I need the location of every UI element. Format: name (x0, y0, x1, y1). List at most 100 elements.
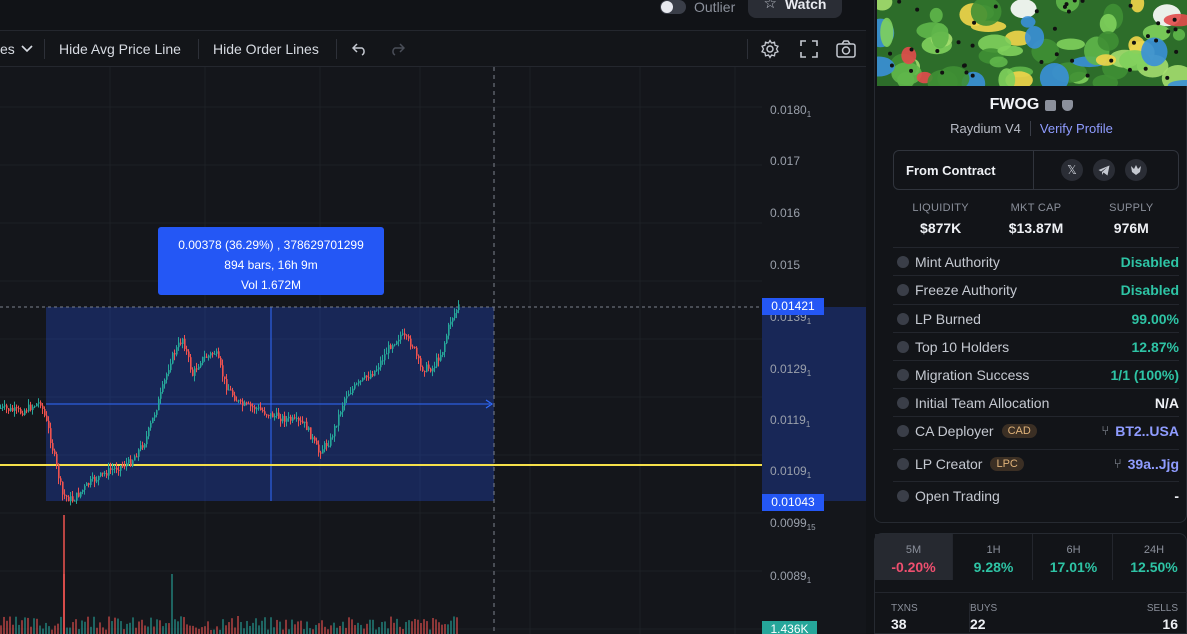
candle-body (380, 360, 382, 368)
help-icon[interactable] (897, 396, 909, 409)
volume-bar (438, 622, 440, 634)
watch-button[interactable]: ☆ Watch (748, 0, 842, 18)
volume-bar (72, 622, 74, 634)
outlier-toggle-group[interactable]: Outlier (660, 0, 735, 15)
fullscreen-icon[interactable] (798, 38, 820, 60)
candle-body (224, 376, 226, 380)
volume-bar (279, 621, 281, 634)
candle-body (174, 353, 176, 355)
candle-body (134, 456, 136, 461)
candle-body (388, 345, 390, 354)
volume-bar (270, 617, 272, 634)
hide-avg-price-line-button[interactable]: Hide Avg Price Line (59, 31, 181, 67)
audit-value[interactable]: BT2..USA (1115, 423, 1179, 439)
candle-body (230, 389, 232, 391)
candle-body (56, 454, 58, 465)
candle-body (364, 375, 366, 378)
timeframe-change: -0.20% (891, 559, 936, 575)
volume-bar (66, 627, 68, 634)
candle-body (34, 406, 36, 408)
token-stats: LIQUIDITY $877K MKT CAP $13.87M SUPPLY 976M (893, 202, 1179, 236)
candle-body (190, 357, 192, 370)
timeframe-tab-24h[interactable]: 24H 12.50% (1115, 534, 1187, 580)
volume-bar (285, 619, 287, 634)
help-icon[interactable] (897, 283, 909, 296)
candle-body (220, 357, 222, 366)
stat-value: $877K (920, 220, 962, 236)
candle-body (4, 405, 6, 407)
volume-bar (237, 616, 239, 634)
redo-icon[interactable] (386, 38, 408, 60)
candle-body (50, 428, 52, 444)
dex-name: Raydium V4 (950, 121, 1021, 136)
timeframe-tab-5m[interactable]: 5M -0.20% (875, 534, 953, 580)
volume-bar (36, 618, 38, 634)
help-icon[interactable] (897, 457, 909, 470)
volume-bar (33, 618, 35, 634)
outlier-toggle[interactable] (660, 0, 686, 14)
candle-body (160, 392, 162, 399)
verify-profile-link[interactable]: Verify Profile (1029, 121, 1113, 136)
wallet-fork-icon: ⑂ (1113, 456, 1122, 471)
candle-body (238, 400, 240, 402)
stat-label: SUPPLY (1109, 202, 1154, 214)
volume-bar (309, 628, 311, 634)
candle-body (392, 345, 394, 349)
candle-body (180, 342, 182, 344)
candle-body (310, 427, 312, 440)
help-icon[interactable] (897, 489, 909, 502)
series-dropdown[interactable]: es (0, 31, 33, 67)
settings-gear-icon[interactable] (759, 38, 781, 60)
help-icon[interactable] (897, 424, 909, 437)
candle-body (184, 338, 186, 350)
candle-body (348, 393, 350, 397)
watch-label: Watch (784, 0, 827, 12)
candle-body (258, 407, 260, 409)
buys-value: 22 (970, 616, 986, 632)
help-icon[interactable] (897, 340, 909, 353)
help-icon[interactable] (897, 312, 909, 325)
dexscreener-icon[interactable] (1125, 159, 1147, 181)
volume-bar (216, 626, 218, 634)
candle-body (422, 366, 424, 371)
chart-canvas[interactable]: 0.018010.0170.0160.0150.013910.012910.01… (0, 67, 866, 634)
candle-body (292, 417, 294, 421)
telegram-icon[interactable] (1093, 159, 1115, 181)
volume-bar (333, 622, 335, 634)
volume-bar (393, 622, 395, 634)
audit-row: Open Trading - (893, 481, 1179, 509)
help-icon[interactable] (897, 255, 909, 268)
candle-body (154, 414, 156, 418)
measure-volume: Vol 1.672M (240, 278, 302, 292)
candle-body (204, 356, 206, 358)
timeframe-label: 1H (986, 544, 1001, 556)
audit-label: LP Creator LPC (915, 456, 1114, 472)
timeframe-tab-1h[interactable]: 1H 9.28% (955, 534, 1033, 580)
help-icon[interactable] (897, 368, 909, 381)
stat-mkt-cap: MKT CAP $13.87M (988, 202, 1083, 236)
candle-body (288, 416, 290, 419)
candle-body (124, 465, 126, 467)
camera-icon[interactable] (835, 38, 857, 60)
stat-value: $13.87M (1008, 220, 1064, 236)
candle-body (140, 445, 142, 450)
audit-label-text: LP Creator (915, 455, 983, 472)
volume-bar (174, 619, 176, 634)
candle-body (328, 445, 330, 447)
audit-value: 99.00% (1131, 310, 1179, 327)
measure-bars: 894 bars, 16h 9m (224, 258, 318, 272)
audit-value[interactable]: 39a..Jjg (1128, 456, 1179, 472)
undo-icon[interactable] (349, 38, 371, 60)
price-chart[interactable]: 0.01801 0.017 0.016 0.015 0.01391 0.01291 0.01… (0, 67, 866, 634)
volume-bar (108, 616, 110, 634)
copy-icon[interactable] (1045, 99, 1057, 111)
volume-bar (426, 621, 428, 634)
candle-body (242, 401, 244, 406)
txns-row: TXNS 38 BUYS 22 SELLS 16 (875, 592, 1187, 634)
x-icon[interactable]: 𝕏 (1061, 159, 1083, 181)
timeframe-tab-6h[interactable]: 6H 17.01% (1035, 534, 1113, 580)
candle-body (400, 334, 402, 340)
hide-order-lines-button[interactable]: Hide Order Lines (213, 31, 319, 67)
candle-body (276, 412, 278, 416)
volume-bar (339, 625, 341, 634)
